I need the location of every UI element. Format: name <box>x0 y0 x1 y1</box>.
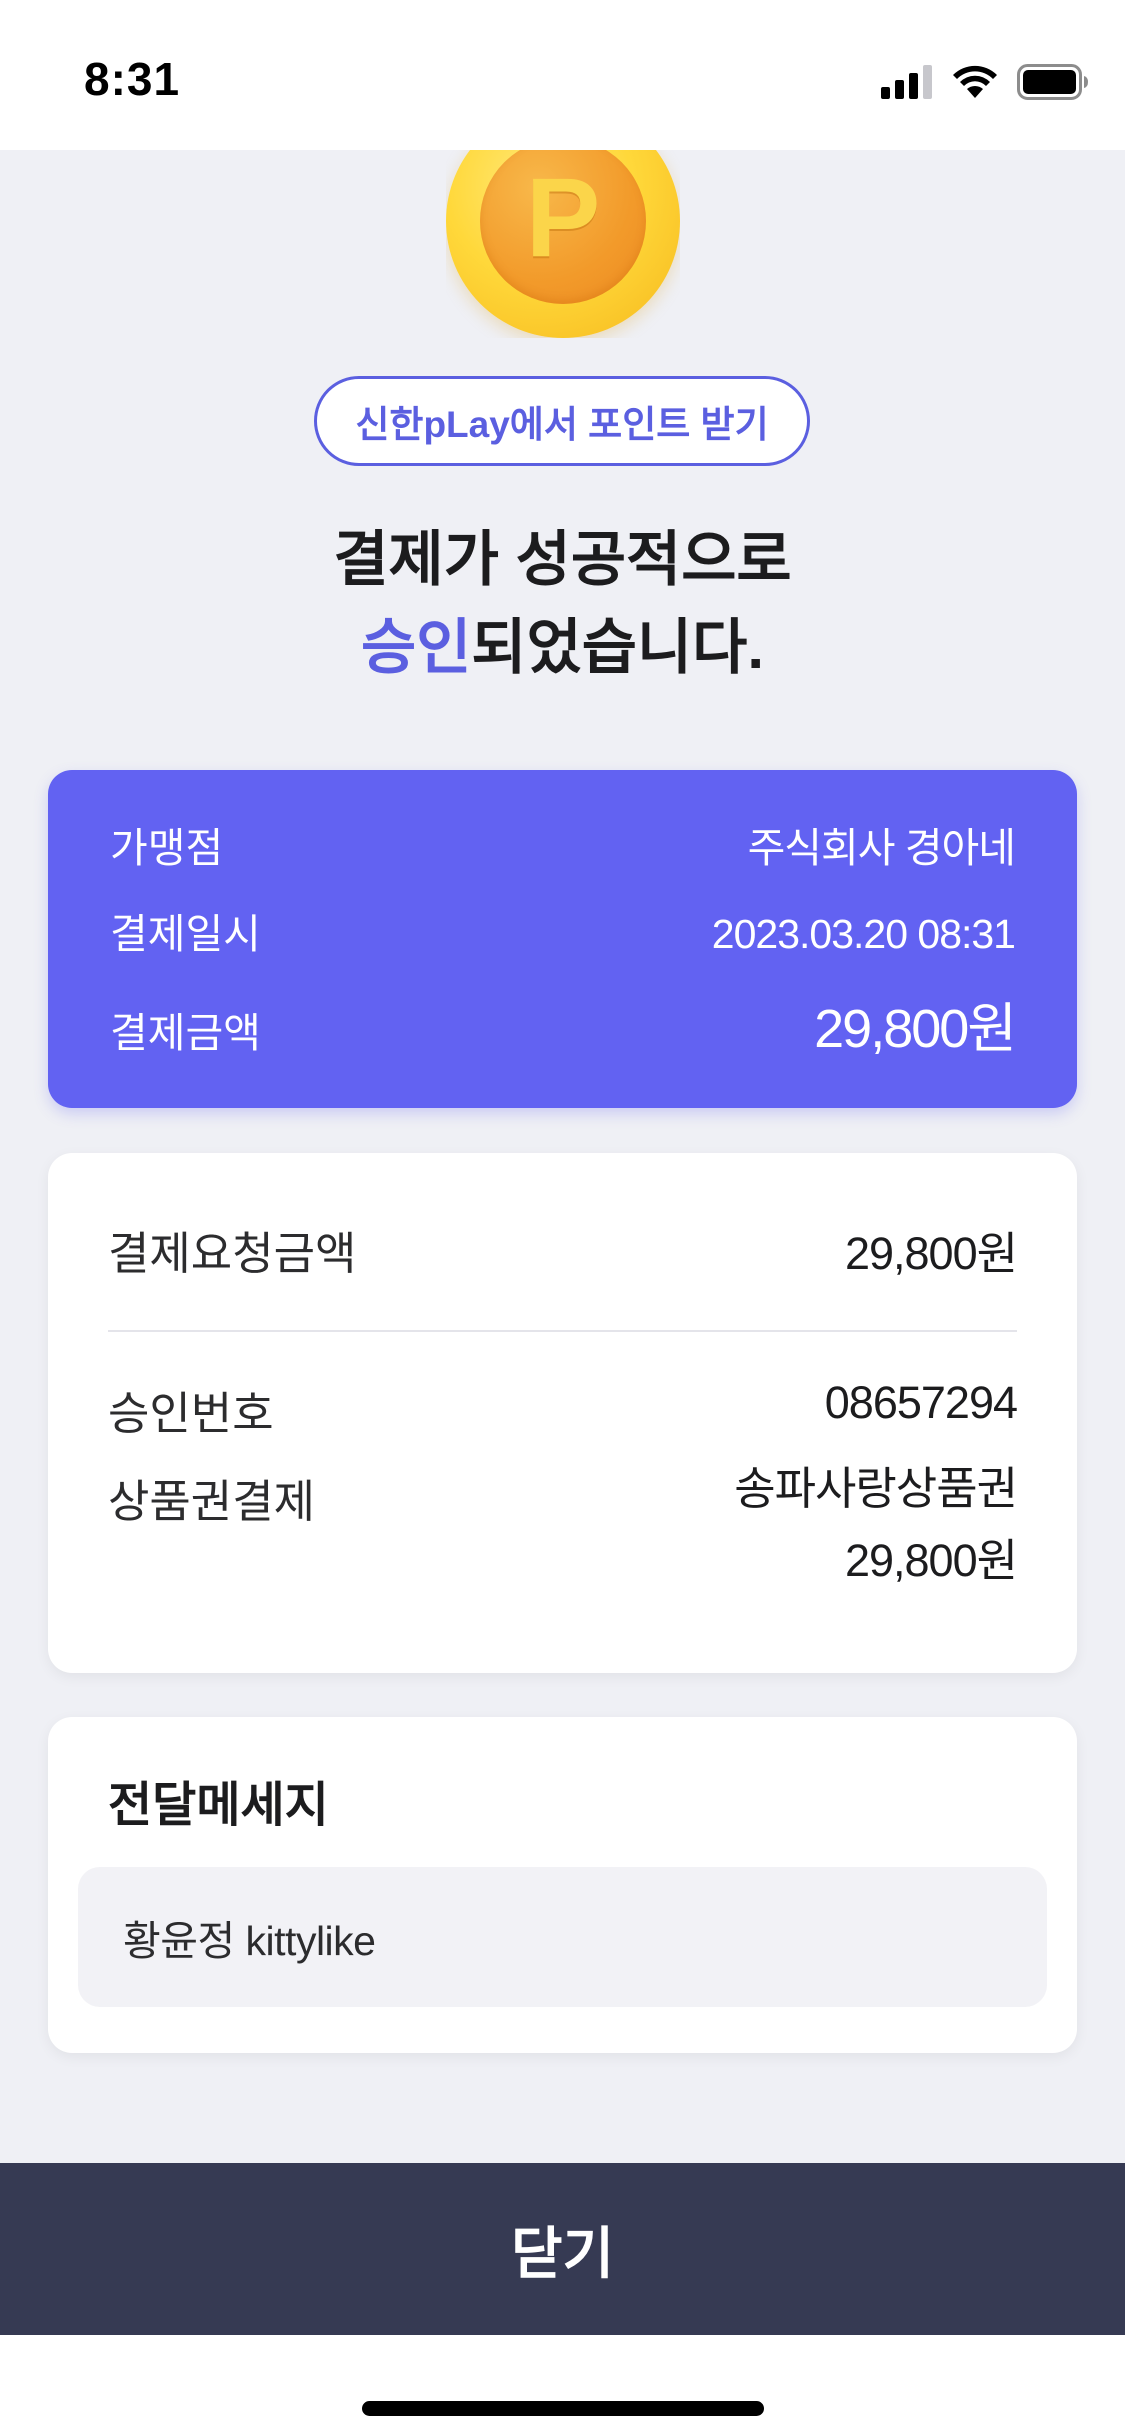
battery-icon <box>1017 64 1088 100</box>
status-bar: 8:31 <box>0 0 1125 150</box>
title-line-2-rest: 되었습니다. <box>471 614 765 681</box>
requested-amount-label: 결제요청금액 <box>108 1228 357 1279</box>
datetime-row: 결제일시 2023.03.20 08:31 <box>110 900 1016 960</box>
status-time: 8:31 <box>84 53 181 105</box>
status-icons <box>881 60 1089 104</box>
title-line-2: 승인되었습니다. <box>0 604 1125 692</box>
merchant-row: 가맹점 주식회사 경아네 <box>110 814 1016 874</box>
close-button[interactable]: 닫기 <box>0 2163 1125 2335</box>
payment-summary-card: 가맹점 주식회사 경아네 결제일시 2023.03.20 08:31 결제금액 … <box>48 770 1077 1108</box>
datetime-value: 2023.03.20 08:31 <box>711 911 1016 957</box>
amount-value: 29,800원 <box>814 999 1017 1059</box>
voucher-amount: 29,800원 <box>844 1535 1018 1586</box>
merchant-label: 가맹점 <box>110 825 224 871</box>
payment-details-card: 결제요청금액 29,800원 승인번호 08657294 상품권결제 송파사랑상… <box>48 1153 1077 1673</box>
amount-label: 결제금액 <box>110 1010 261 1056</box>
approval-number-label: 승인번호 <box>108 1388 274 1439</box>
approval-number-row: 승인번호 08657294 <box>108 1377 1018 1442</box>
merchant-value: 주식회사 경아네 <box>747 825 1016 871</box>
message-card: 전달메세지 황윤정 kittylike <box>48 1717 1077 2053</box>
amount-row: 결제금액 29,800원 <box>110 984 1017 1063</box>
get-points-button[interactable]: 신한pLay에서 포인트 받기 <box>314 376 810 466</box>
title-line-1: 결제가 성공적으로 <box>333 526 792 593</box>
voucher-payment-value: 송파사랑상품권 29,800원 <box>734 1453 1018 1597</box>
message-title: 전달메세지 <box>108 1779 329 1832</box>
voucher-name: 송파사랑상품권 <box>734 1463 1018 1514</box>
cellular-signal-icon <box>881 65 932 99</box>
wifi-icon <box>953 65 997 98</box>
voucher-payment-label: 상품권결제 <box>108 1476 316 1527</box>
divider <box>108 1330 1017 1332</box>
requested-amount-row: 결제요청금액 29,800원 <box>108 1217 1018 1282</box>
datetime-label: 결제일시 <box>110 911 261 957</box>
message-text: 황윤정 kittylike <box>78 1867 1047 2007</box>
home-indicator[interactable] <box>362 2401 764 2416</box>
point-coin-icon: P <box>446 150 680 338</box>
page-title: 결제가 성공적으로 승인되었습니다. <box>0 516 1125 692</box>
title-accent: 승인 <box>360 614 472 681</box>
requested-amount-value: 29,800원 <box>844 1228 1018 1279</box>
coin-letter: P <box>525 155 601 280</box>
bottom-safe-area <box>0 2335 1125 2436</box>
voucher-payment-row: 상품권결제 송파사랑상품권 29,800원 <box>108 1453 1018 1597</box>
approval-number-value: 08657294 <box>824 1377 1018 1428</box>
